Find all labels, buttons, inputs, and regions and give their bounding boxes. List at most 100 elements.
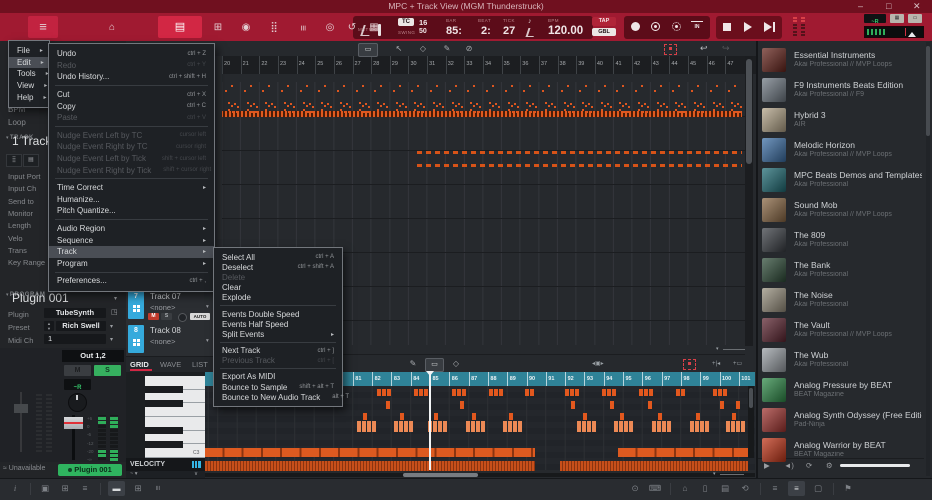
midi-note[interactable] bbox=[525, 389, 529, 396]
midi-note[interactable] bbox=[462, 389, 466, 396]
track-name[interactable]: Track 08 bbox=[150, 326, 181, 335]
midi-note[interactable] bbox=[518, 421, 522, 432]
browser-item-analog-pressure-by-beat[interactable]: Analog Pressure by BEAT BEAT Magazine bbox=[758, 375, 924, 405]
track-row-7[interactable]: 7 Track 07 <none> ▾ M S AUTO bbox=[126, 288, 222, 323]
edit-menu-item-sequence[interactable]: Sequence ▸ bbox=[49, 234, 214, 246]
tap-tempo-button[interactable]: TAP bbox=[592, 17, 616, 26]
track-menu-item-events-half-speed[interactable]: Events Half Speed bbox=[214, 319, 342, 329]
browser-item-mpc-beats-demos-and-templates[interactable]: MPC Beats Demos and Templates Akai Profes… bbox=[758, 165, 924, 195]
midi-note[interactable] bbox=[494, 389, 498, 396]
midi-note[interactable] bbox=[394, 421, 398, 432]
browser-item-sound-mob[interactable]: Sound Mob Akai Professional // MVP Loops bbox=[758, 195, 924, 225]
preset-stepper[interactable]: ▲ ▼ bbox=[44, 321, 54, 331]
midi-ch-dropdown-arrow-icon[interactable]: ▾ bbox=[110, 336, 113, 343]
midi-note[interactable] bbox=[476, 421, 480, 432]
plugin-program-button[interactable]: Plugin 001 bbox=[58, 464, 122, 476]
audio-interface-button[interactable]: ▦ bbox=[890, 14, 904, 23]
loop-icon[interactable]: ⟳ bbox=[806, 461, 812, 470]
pads-tab-icon[interactable]: ⣿ bbox=[6, 154, 22, 167]
midi-note[interactable] bbox=[649, 389, 653, 396]
editor-vscroll-thumb[interactable] bbox=[749, 388, 753, 408]
app-menu-item-view[interactable]: View ▸ bbox=[9, 80, 49, 92]
play-button[interactable] bbox=[744, 22, 752, 32]
midi-note[interactable] bbox=[434, 413, 438, 420]
browser-item-analog-synth-odyssey-free-edition[interactable]: Analog Synth Odyssey (Free Edition) Pad-N… bbox=[758, 405, 924, 435]
automation-curve-icon[interactable]: ~ ▾ bbox=[130, 471, 138, 477]
edit-menu-item-track[interactable]: Track ▸ bbox=[49, 245, 214, 258]
midi-note[interactable] bbox=[400, 413, 404, 420]
tab-wave[interactable]: WAVE bbox=[160, 360, 181, 369]
timeline-zoom-slider[interactable] bbox=[723, 349, 745, 350]
midi-note[interactable] bbox=[409, 421, 413, 432]
midi-note[interactable] bbox=[696, 413, 700, 420]
timeline-zoom-icon[interactable]: ▾ bbox=[716, 346, 719, 352]
program-name-field[interactable]: Plugin 001 bbox=[12, 291, 69, 305]
clock-icon[interactable]: ⊙ bbox=[628, 483, 642, 494]
browser-list-icon-button[interactable]: ≡ bbox=[788, 481, 805, 496]
midi-note[interactable] bbox=[602, 389, 606, 396]
plugin-value-field[interactable]: TubeSynth bbox=[44, 308, 106, 318]
dropdown-arrow-icon[interactable]: ▾ bbox=[206, 338, 209, 344]
edit-menu-item-paste[interactable]: Paste ctrl + V bbox=[49, 112, 214, 124]
flag-icon[interactable]: ⚑ bbox=[841, 483, 855, 494]
tab-grid[interactable]: GRID bbox=[130, 360, 149, 369]
browser-item-essential-instruments[interactable]: Essential Instruments Akai Professional /… bbox=[758, 45, 924, 75]
editor-vscrollbar[interactable] bbox=[748, 386, 754, 458]
midi-note[interactable] bbox=[377, 389, 381, 396]
browser-scroll-thumb[interactable] bbox=[926, 46, 930, 136]
main-mode-icon[interactable]: ⌂ bbox=[104, 19, 120, 37]
edit-menu-item-program[interactable]: Program ▸ bbox=[49, 258, 214, 270]
track-program-dropdown[interactable]: <none> bbox=[150, 337, 175, 346]
edit-menu-item-undo[interactable]: Undo ctrl + Z bbox=[49, 48, 214, 60]
midi-note[interactable] bbox=[624, 421, 628, 432]
midi-note[interactable] bbox=[481, 421, 485, 432]
keys-button[interactable]: ▭ bbox=[908, 14, 922, 23]
track-mute-button[interactable]: M bbox=[148, 313, 159, 320]
lock-scroll-icon[interactable]: ◂▣▸ bbox=[592, 360, 604, 367]
editor-zoom-slider[interactable] bbox=[720, 474, 744, 475]
track-view-icon-button[interactable]: ▤ bbox=[158, 16, 202, 38]
midi-note[interactable] bbox=[424, 389, 428, 396]
midi-note[interactable] bbox=[741, 421, 745, 432]
midi-note[interactable] bbox=[472, 413, 476, 420]
editor-hscrollbar[interactable] bbox=[205, 473, 755, 477]
track-index-cell[interactable]: 8 bbox=[128, 325, 144, 353]
midi-note[interactable] bbox=[499, 389, 503, 396]
matrix-view-icon[interactable]: ⊞ bbox=[58, 483, 72, 494]
black-key[interactable] bbox=[145, 440, 183, 448]
edit-menu-item-redo[interactable]: Redo ctrl + Y bbox=[49, 60, 214, 72]
mute-tool-icon[interactable]: ⊘ bbox=[462, 44, 476, 53]
midi-note[interactable] bbox=[681, 389, 685, 396]
stop-button[interactable] bbox=[723, 23, 731, 31]
black-key[interactable] bbox=[145, 399, 183, 407]
track-solo-button[interactable]: S bbox=[161, 313, 172, 320]
tab-list[interactable]: LIST bbox=[192, 360, 208, 369]
midi-note[interactable] bbox=[676, 389, 680, 396]
track-menu-item-bounce-to-sample[interactable]: Bounce to Sample shift + alt + T bbox=[214, 382, 342, 392]
vscrollbar-thumb[interactable] bbox=[746, 59, 752, 164]
edit-menu-item-nudge-event-right-by-tc[interactable]: Nudge Event Right by TC cursor right bbox=[49, 141, 214, 153]
midi-note[interactable] bbox=[736, 401, 740, 409]
midi-note[interactable] bbox=[404, 421, 408, 432]
track-menu-item-next-track[interactable]: Next Track ctrl + ] bbox=[214, 346, 342, 356]
midi-note[interactable] bbox=[662, 421, 666, 432]
track-menu-item-delete[interactable]: Delete bbox=[214, 272, 342, 282]
midi-note[interactable] bbox=[700, 421, 704, 432]
app-menu-item-tools[interactable]: Tools▸ bbox=[9, 68, 49, 80]
midi-note[interactable] bbox=[530, 389, 534, 396]
level-slider-handle[interactable] bbox=[908, 32, 916, 37]
midi-note[interactable] bbox=[583, 413, 587, 420]
midi-note[interactable] bbox=[582, 421, 586, 432]
midi-note[interactable] bbox=[587, 421, 591, 432]
midi-note[interactable] bbox=[667, 421, 671, 432]
midi-note[interactable] bbox=[705, 421, 709, 432]
add-region-icon[interactable]: +▭ bbox=[733, 360, 742, 367]
editor-zoom-icon[interactable]: ▾ bbox=[713, 471, 716, 477]
audition-ar-badge[interactable]: ~R bbox=[864, 14, 886, 25]
midi-note[interactable] bbox=[720, 401, 724, 409]
black-key[interactable] bbox=[145, 427, 183, 435]
browser-scrollbar[interactable] bbox=[926, 42, 930, 476]
edit-menu-item-cut[interactable]: Cut ctrl + X bbox=[49, 89, 214, 101]
tc-button[interactable]: TC bbox=[398, 18, 414, 26]
midi-note[interactable] bbox=[387, 389, 391, 396]
